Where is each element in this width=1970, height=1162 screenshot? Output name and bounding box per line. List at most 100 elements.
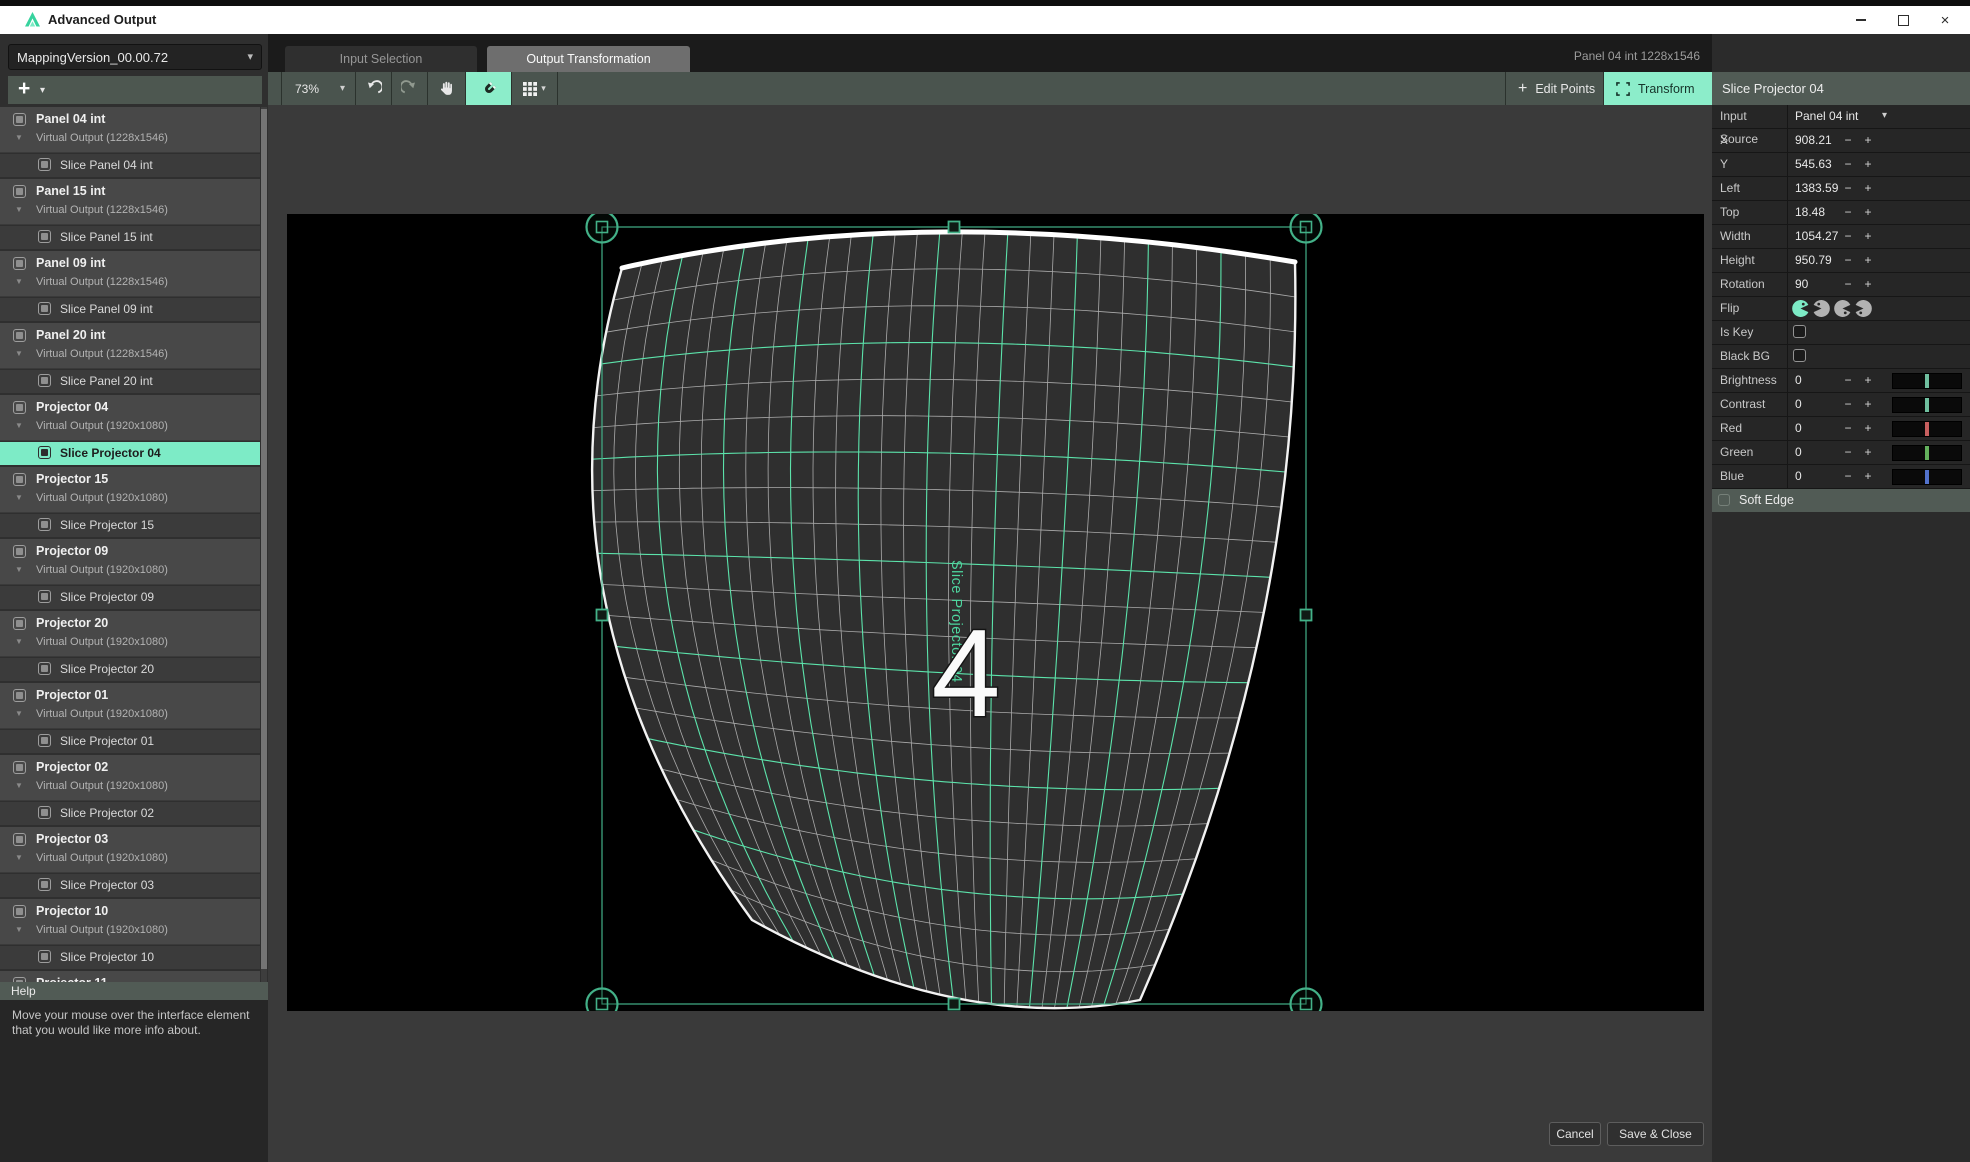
transform-button[interactable]: Transform — [1603, 72, 1712, 105]
increment-button[interactable]: + — [1860, 421, 1876, 435]
flip-icon[interactable] — [1813, 300, 1830, 317]
screen-item[interactable]: Projector 04▼Virtual Output (1920x1080) — [0, 395, 260, 441]
screen-item[interactable]: Projector 11▼Virtual Output (1920x1080) — [0, 971, 260, 982]
edge-handle[interactable] — [597, 610, 608, 621]
increment-button[interactable]: + — [1860, 181, 1876, 195]
decrement-button[interactable]: − — [1840, 181, 1856, 195]
increment-button[interactable]: + — [1860, 445, 1876, 459]
expand-triangle-icon[interactable]: ▼ — [15, 205, 23, 214]
soft-edge-section[interactable]: Soft Edge — [1712, 489, 1970, 512]
decrement-button[interactable]: − — [1840, 421, 1856, 435]
screen-item[interactable]: Projector 15▼Virtual Output (1920x1080) — [0, 467, 260, 513]
soft-edge-checkbox[interactable] — [1718, 494, 1730, 506]
tab-output-transformation[interactable]: Output Transformation — [487, 46, 690, 72]
slice-item[interactable]: Slice Projector 20 — [0, 658, 260, 681]
expand-triangle-icon[interactable]: ▼ — [15, 421, 23, 430]
expand-triangle-icon[interactable]: ▼ — [15, 925, 23, 934]
expand-triangle-icon[interactable]: ▼ — [15, 781, 23, 790]
increment-button[interactable]: + — [1860, 277, 1876, 291]
flip-icon[interactable] — [1855, 300, 1872, 317]
checkbox[interactable] — [1793, 325, 1806, 338]
undo-button[interactable] — [355, 72, 391, 105]
corner-handle[interactable] — [1291, 989, 1322, 1012]
increment-button[interactable]: + — [1860, 133, 1876, 147]
slice-item[interactable]: Slice Panel 04 int — [0, 154, 260, 177]
decrement-button[interactable]: − — [1840, 157, 1856, 171]
value-slider[interactable] — [1892, 445, 1962, 461]
property-value[interactable]: 0 — [1795, 397, 1802, 411]
decrement-button[interactable]: − — [1840, 133, 1856, 147]
property-value[interactable]: 0 — [1795, 445, 1802, 459]
screen-item[interactable]: Panel 20 int▼Virtual Output (1228x1546) — [0, 323, 260, 369]
mapping-version-select[interactable]: MappingVersion_00.00.72 ▾ — [8, 44, 262, 70]
slice-item[interactable]: Slice Panel 09 int — [0, 298, 260, 321]
increment-button[interactable]: + — [1860, 253, 1876, 267]
corner-handle[interactable] — [1291, 214, 1322, 243]
redo-button[interactable] — [391, 72, 427, 105]
increment-button[interactable]: + — [1860, 229, 1876, 243]
edge-handle[interactable] — [949, 999, 960, 1010]
property-value[interactable]: 0 — [1795, 373, 1802, 387]
edit-points-button[interactable]: + Edit Points — [1505, 72, 1602, 105]
output-canvas[interactable]: Slice Projector 044 — [287, 214, 1704, 1011]
expand-triangle-icon[interactable]: ▼ — [15, 853, 23, 862]
property-value[interactable]: 18.48 — [1795, 205, 1825, 219]
increment-button[interactable]: + — [1860, 397, 1876, 411]
slice-item[interactable]: Slice Projector 03 — [0, 874, 260, 897]
sidebar-scrollbar[interactable] — [261, 107, 267, 982]
tab-input-selection[interactable]: Input Selection — [285, 46, 477, 72]
slice-item[interactable]: Slice Panel 20 int — [0, 370, 260, 393]
decrement-button[interactable]: − — [1840, 253, 1856, 267]
property-value[interactable]: 950.79 — [1795, 253, 1832, 267]
zoom-level-select[interactable]: 73% ▾ — [281, 72, 355, 105]
property-value[interactable]: 0 — [1795, 421, 1802, 435]
screen-item[interactable]: Projector 01▼Virtual Output (1920x1080) — [0, 683, 260, 729]
property-value[interactable]: 908.21 — [1795, 133, 1832, 147]
property-value-cell[interactable]: Panel 04 int▾ — [1788, 105, 1970, 128]
increment-button[interactable]: + — [1860, 157, 1876, 171]
increment-button[interactable]: + — [1860, 373, 1876, 387]
screen-item[interactable]: Projector 20▼Virtual Output (1920x1080) — [0, 611, 260, 657]
property-value[interactable]: 1054.27 — [1795, 229, 1838, 243]
flip-icon[interactable] — [1792, 300, 1809, 317]
decrement-button[interactable]: − — [1840, 469, 1856, 483]
property-value[interactable]: 0 — [1795, 469, 1802, 483]
slice-item[interactable]: Slice Projector 10 — [0, 946, 260, 969]
edge-handle[interactable] — [1301, 610, 1312, 621]
grid-options-button[interactable]: ▾ — [511, 72, 558, 105]
expand-triangle-icon[interactable]: ▼ — [15, 565, 23, 574]
cancel-button[interactable]: Cancel — [1549, 1122, 1601, 1146]
decrement-button[interactable]: − — [1840, 205, 1856, 219]
screen-item[interactable]: Panel 04 int▼Virtual Output (1228x1546) — [0, 107, 260, 153]
add-screen-bar[interactable]: + ▾ — [8, 76, 262, 104]
minimize-button[interactable] — [1840, 6, 1882, 34]
decrement-button[interactable]: − — [1840, 229, 1856, 243]
slice-item[interactable]: Slice Projector 04 — [0, 442, 260, 465]
edge-handle[interactable] — [949, 222, 960, 233]
scrollbar-thumb[interactable] — [261, 109, 267, 969]
decrement-button[interactable]: − — [1840, 445, 1856, 459]
expand-triangle-icon[interactable]: ▼ — [15, 709, 23, 718]
slice-item[interactable]: Slice Projector 02 — [0, 802, 260, 825]
slice-mesh[interactable]: Slice Projector 044 — [287, 214, 1704, 1011]
checkbox[interactable] — [1793, 349, 1806, 362]
expand-triangle-icon[interactable]: ▼ — [15, 493, 23, 502]
screen-item[interactable]: Projector 10▼Virtual Output (1920x1080) — [0, 899, 260, 945]
pan-tool-button[interactable] — [427, 72, 465, 105]
maximize-button[interactable] — [1882, 6, 1924, 34]
save-close-button[interactable]: Save & Close — [1607, 1122, 1704, 1146]
property-value[interactable]: 1383.59 — [1795, 181, 1838, 195]
expand-triangle-icon[interactable]: ▼ — [15, 277, 23, 286]
expand-triangle-icon[interactable]: ▼ — [15, 133, 23, 142]
corner-handle[interactable] — [587, 989, 618, 1012]
screen-item[interactable]: Projector 09▼Virtual Output (1920x1080) — [0, 539, 260, 585]
value-slider[interactable] — [1892, 397, 1962, 413]
value-slider[interactable] — [1892, 421, 1962, 437]
increment-button[interactable]: + — [1860, 469, 1876, 483]
value-slider[interactable] — [1892, 469, 1962, 485]
close-button[interactable]: × — [1924, 6, 1966, 34]
flip-icon[interactable] — [1834, 300, 1851, 317]
snap-tool-button[interactable] — [465, 72, 511, 105]
expand-triangle-icon[interactable]: ▼ — [15, 349, 23, 358]
screen-item[interactable]: Projector 03▼Virtual Output (1920x1080) — [0, 827, 260, 873]
